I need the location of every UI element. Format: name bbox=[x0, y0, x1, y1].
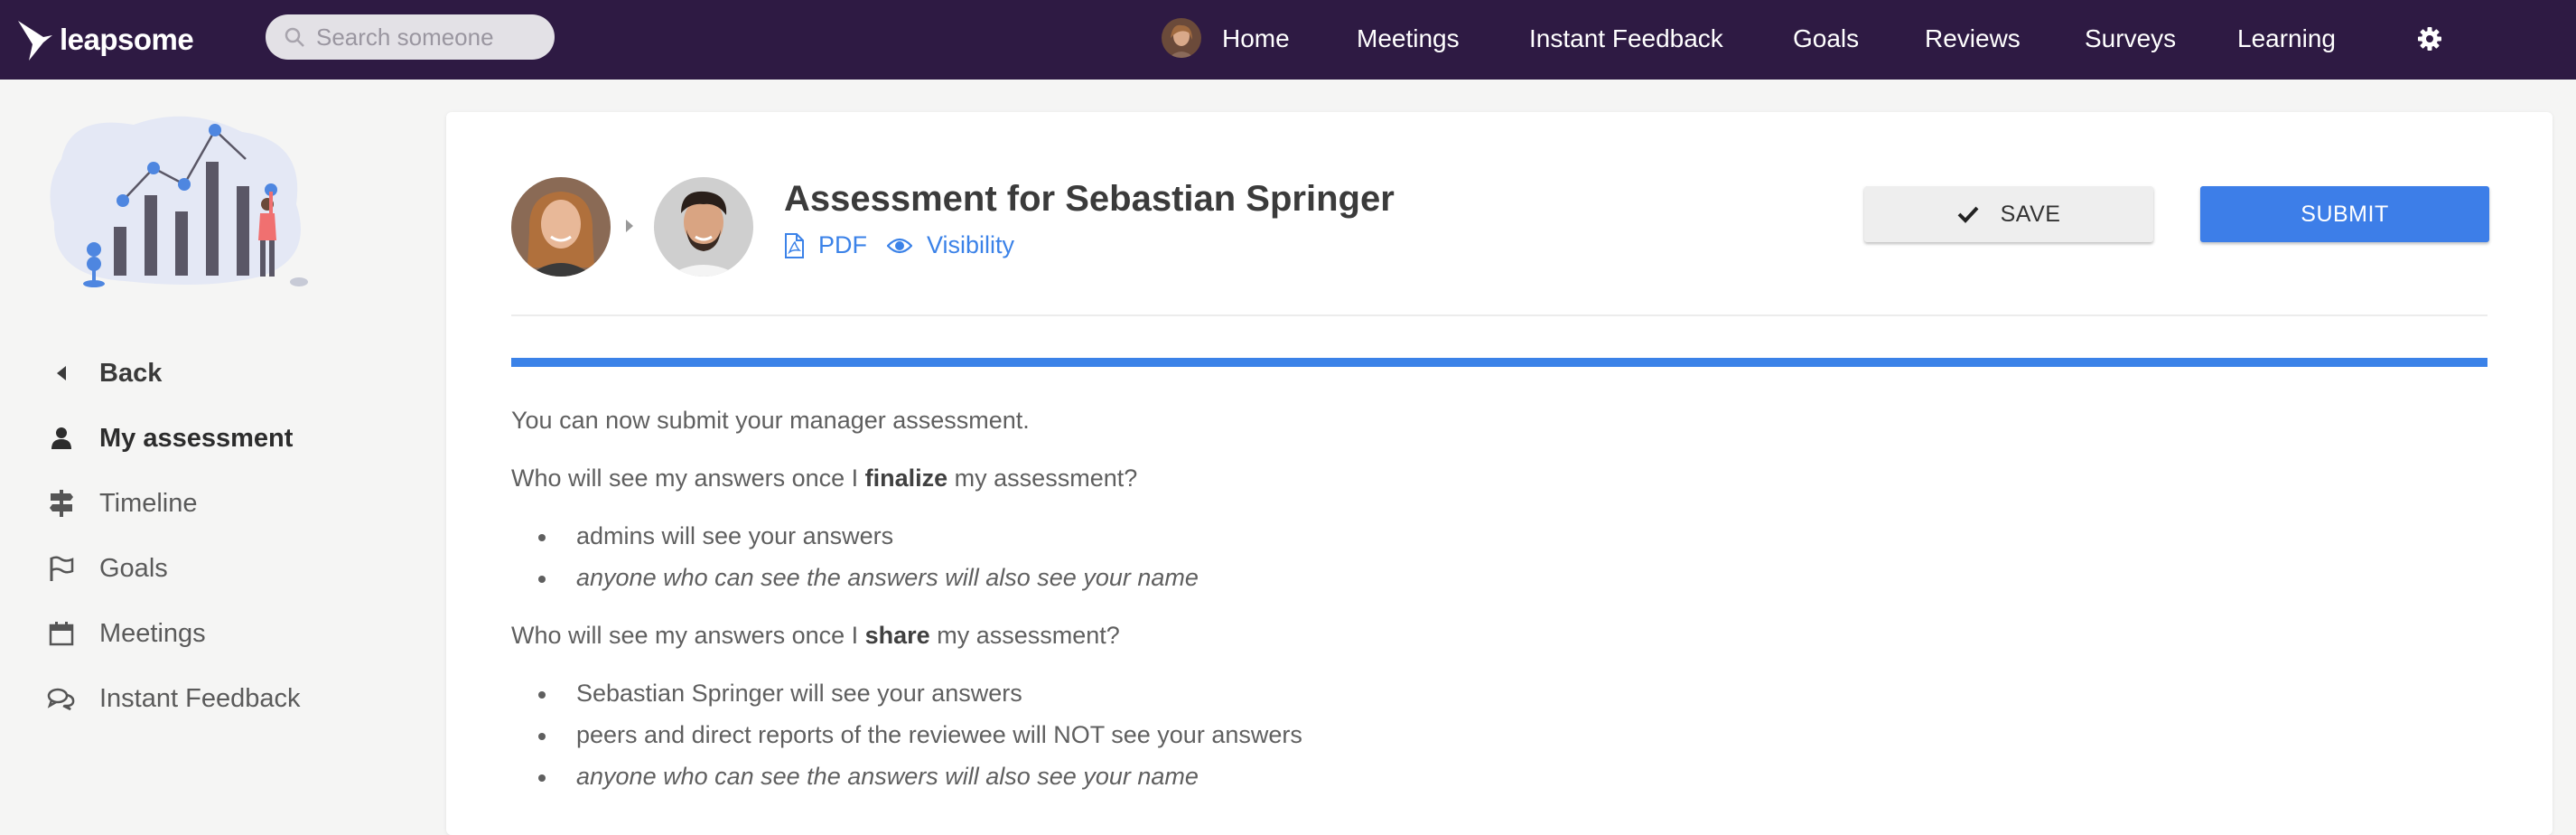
sidebar-item-meetings[interactable]: Meetings bbox=[43, 615, 206, 652]
check-icon bbox=[1957, 206, 1979, 223]
pdf-file-icon bbox=[785, 232, 804, 258]
assessment-card: Assessment for Sebastian Springer PDF Vi… bbox=[446, 112, 2553, 835]
page-title: Assessment for Sebastian Springer bbox=[784, 179, 1395, 219]
reviewee-avatar bbox=[654, 177, 753, 277]
sidebar-item-my-assessment[interactable]: My assessment bbox=[43, 420, 293, 456]
question-share: Who will see my answers once I share my … bbox=[511, 622, 1120, 650]
reviewer-avatar bbox=[511, 177, 611, 277]
nav-home[interactable]: Home bbox=[1222, 24, 1290, 53]
question-keyword: share bbox=[864, 622, 930, 649]
search-input[interactable]: Search someone bbox=[266, 14, 555, 60]
bird-logo-icon bbox=[18, 21, 52, 61]
sidebar-item-label: Timeline bbox=[99, 488, 198, 518]
analytics-illustration bbox=[50, 116, 308, 287]
sidebar-item-label: Instant Feedback bbox=[99, 683, 301, 713]
progress-bar bbox=[511, 358, 2487, 367]
question-text: my assessment? bbox=[929, 622, 1120, 649]
search-placeholder: Search someone bbox=[316, 23, 494, 51]
submit-button-label: SUBMIT bbox=[2301, 201, 2389, 227]
question-keyword: finalize bbox=[864, 464, 948, 492]
gear-icon[interactable] bbox=[2416, 25, 2443, 52]
eye-icon bbox=[887, 238, 912, 253]
visibility-link[interactable]: Visibility bbox=[887, 231, 1014, 259]
pdf-link[interactable]: PDF bbox=[784, 231, 867, 259]
progress-bar-fill bbox=[511, 358, 2487, 367]
caret-right-icon bbox=[626, 220, 633, 232]
nav-surveys[interactable]: Surveys bbox=[2085, 24, 2176, 53]
question-text: Who will see my answers once I bbox=[511, 622, 865, 649]
user-avatar[interactable] bbox=[1162, 18, 1201, 58]
signpost-icon bbox=[43, 490, 79, 517]
search-icon bbox=[285, 27, 304, 47]
chat-bubbles-icon bbox=[43, 687, 79, 710]
logo-text: leapsome bbox=[60, 23, 194, 56]
submit-button[interactable]: SUBMIT bbox=[2200, 186, 2489, 242]
nav-goals[interactable]: Goals bbox=[1793, 24, 1859, 53]
question-finalize: Who will see my answers once I finalize … bbox=[511, 464, 1137, 493]
save-button[interactable]: SAVE bbox=[1864, 186, 2153, 242]
sidebar-item-timeline[interactable]: Timeline bbox=[43, 485, 198, 521]
save-button-label: SAVE bbox=[2000, 201, 2061, 227]
question-text: Who will see my answers once I bbox=[511, 464, 865, 492]
sidebar-item-label: My assessment bbox=[99, 423, 294, 453]
sidebar-item-label: Back bbox=[99, 358, 163, 388]
sidebar-item-instant-feedback[interactable]: Instant Feedback bbox=[43, 680, 300, 717]
nav-meetings[interactable]: Meetings bbox=[1357, 24, 1460, 53]
sidebar-item-label: Goals bbox=[99, 553, 168, 583]
intro-text: You can now submit your manager assessme… bbox=[511, 407, 1030, 434]
sidebar-item-back[interactable]: Back bbox=[43, 355, 162, 391]
leapsome-logo[interactable]: leapsome bbox=[16, 16, 194, 63]
nav-learning[interactable]: Learning bbox=[2237, 24, 2336, 53]
visibility-link-label: Visibility bbox=[927, 231, 1015, 258]
nav-instant-feedback[interactable]: Instant Feedback bbox=[1529, 24, 1723, 53]
calendar-icon bbox=[43, 621, 79, 646]
question-text: my assessment? bbox=[947, 464, 1138, 492]
nav-reviews[interactable]: Reviews bbox=[1925, 24, 2021, 53]
pdf-link-label: PDF bbox=[818, 231, 867, 258]
sidebar-item-label: Meetings bbox=[99, 618, 206, 648]
sidebar-item-goals[interactable]: Goals bbox=[43, 550, 168, 586]
header-divider bbox=[511, 314, 2487, 316]
user-icon bbox=[43, 427, 79, 449]
flag-icon bbox=[43, 556, 79, 581]
top-navigation-bar: leapsome Search someone Home Meetings In… bbox=[0, 0, 2576, 80]
assessment-links: PDF Visibility bbox=[784, 231, 1034, 259]
caret-left-icon bbox=[43, 365, 79, 381]
